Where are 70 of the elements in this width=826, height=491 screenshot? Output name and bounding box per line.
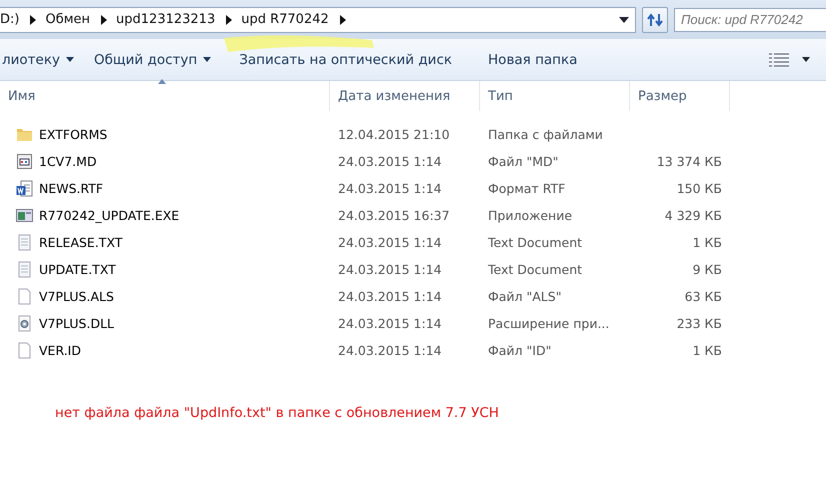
- file-name[interactable]: EXTFORMS: [39, 127, 108, 142]
- text-file-icon: [16, 261, 33, 278]
- type-cell-text: Файл "ID": [487, 343, 552, 358]
- annotation-text: нет файла файла "UpdInfo.txt" в папке с обновлением 7.7 УСН: [55, 405, 499, 421]
- blank-file-icon: [16, 342, 33, 359]
- toolbar-button[interactable]: Записать на оптический диск: [221, 52, 470, 68]
- sort-arrow-icon: [158, 79, 166, 84]
- file-icon: [16, 153, 33, 170]
- type-cell-text: Расширение при...: [487, 316, 610, 331]
- date-cell-text: 24.03.2015 1:14: [337, 235, 443, 250]
- size-cell-text: 233 КБ: [676, 316, 723, 331]
- folder-icon: [16, 126, 33, 143]
- column-header[interactable]: Дата изменения: [330, 81, 480, 111]
- application-icon: [16, 207, 33, 224]
- size-cell-text: 13 374 КБ: [656, 154, 723, 169]
- date-cell-text: 12.04.2015 21:10: [337, 127, 451, 142]
- caret-icon: [203, 57, 212, 62]
- type-cell-text: Приложение: [487, 208, 574, 223]
- breadcrumb[interactable]: D:): [0, 12, 26, 27]
- file-name[interactable]: UPDATE.TXT: [39, 262, 116, 277]
- chevron-icon[interactable]: [100, 14, 108, 24]
- document-icon: [16, 180, 33, 197]
- refresh-button[interactable]: [642, 6, 668, 32]
- date-cell-text: 24.03.2015 1:14: [337, 289, 443, 304]
- size-cell-text: 9 КБ: [692, 262, 723, 277]
- size-cell-text: 150 КБ: [676, 181, 723, 196]
- column-header[interactable]: Тип: [480, 81, 630, 111]
- toolbar-button[interactable]: лиотеку: [0, 52, 84, 68]
- type-cell-text: Text Document: [487, 235, 584, 250]
- toolbar-button[interactable]: Новая папка: [470, 52, 596, 68]
- size-cell-text: 1 КБ: [692, 343, 723, 358]
- search-field[interactable]: Поиск: upd R770242: [674, 8, 826, 32]
- breadcrumb[interactable]: upd R770242: [241, 12, 335, 27]
- date-cell-text: 24.03.2015 1:14: [337, 181, 443, 196]
- date-cell-text: 24.03.2015 16:37: [337, 208, 451, 223]
- column-header[interactable]: Размер: [630, 81, 730, 111]
- chevron-icon[interactable]: [225, 14, 234, 24]
- date-cell-text: 24.03.2015 1:14: [337, 154, 443, 169]
- file-name[interactable]: V7PLUS.DLL: [39, 316, 114, 331]
- dropdown-icon[interactable]: [619, 16, 629, 22]
- type-cell-text: Text Document: [487, 262, 584, 277]
- toolbar-button[interactable]: Общий доступ: [84, 52, 222, 68]
- caret-icon[interactable]: [802, 57, 810, 62]
- file-name[interactable]: V7PLUS.ALS: [39, 289, 114, 304]
- caret-icon: [66, 57, 74, 62]
- file-name[interactable]: RELEASE.TXT: [39, 235, 122, 250]
- date-cell-text: 24.03.2015 1:14: [337, 262, 443, 277]
- type-cell-text: Файл "ALS": [487, 289, 562, 304]
- file-name[interactable]: NEWS.RTF: [39, 181, 104, 196]
- file-name[interactable]: VER.ID: [39, 343, 81, 358]
- type-cell-text: Файл "MD": [487, 154, 560, 169]
- type-cell-text: Папка с файлами: [487, 127, 604, 142]
- chevron-icon[interactable]: [338, 14, 347, 24]
- size-cell-text: 1 КБ: [692, 235, 723, 250]
- date-cell-text: 24.03.2015 1:14: [337, 343, 443, 358]
- text-file-icon: [16, 234, 33, 251]
- breadcrumb[interactable]: upd123123213: [116, 12, 222, 27]
- type-cell-text: Формат RTF: [487, 181, 566, 196]
- file-name[interactable]: 1CV7.MD: [39, 154, 97, 169]
- column-header[interactable]: Имя: [0, 81, 330, 111]
- blank-file-icon: [16, 288, 33, 305]
- file-name[interactable]: R770242_UPDATE.EXE: [39, 208, 180, 223]
- date-cell-text: 24.03.2015 1:14: [337, 316, 443, 331]
- refresh-icon: [647, 12, 663, 26]
- size-cell-text: 63 КБ: [684, 289, 723, 304]
- size-cell-text: 4 329 КБ: [664, 208, 723, 223]
- gear-file-icon: [16, 315, 33, 332]
- view-options-icon[interactable]: [768, 52, 790, 68]
- breadcrumb[interactable]: Обмен: [45, 12, 96, 27]
- chevron-icon[interactable]: [29, 14, 38, 24]
